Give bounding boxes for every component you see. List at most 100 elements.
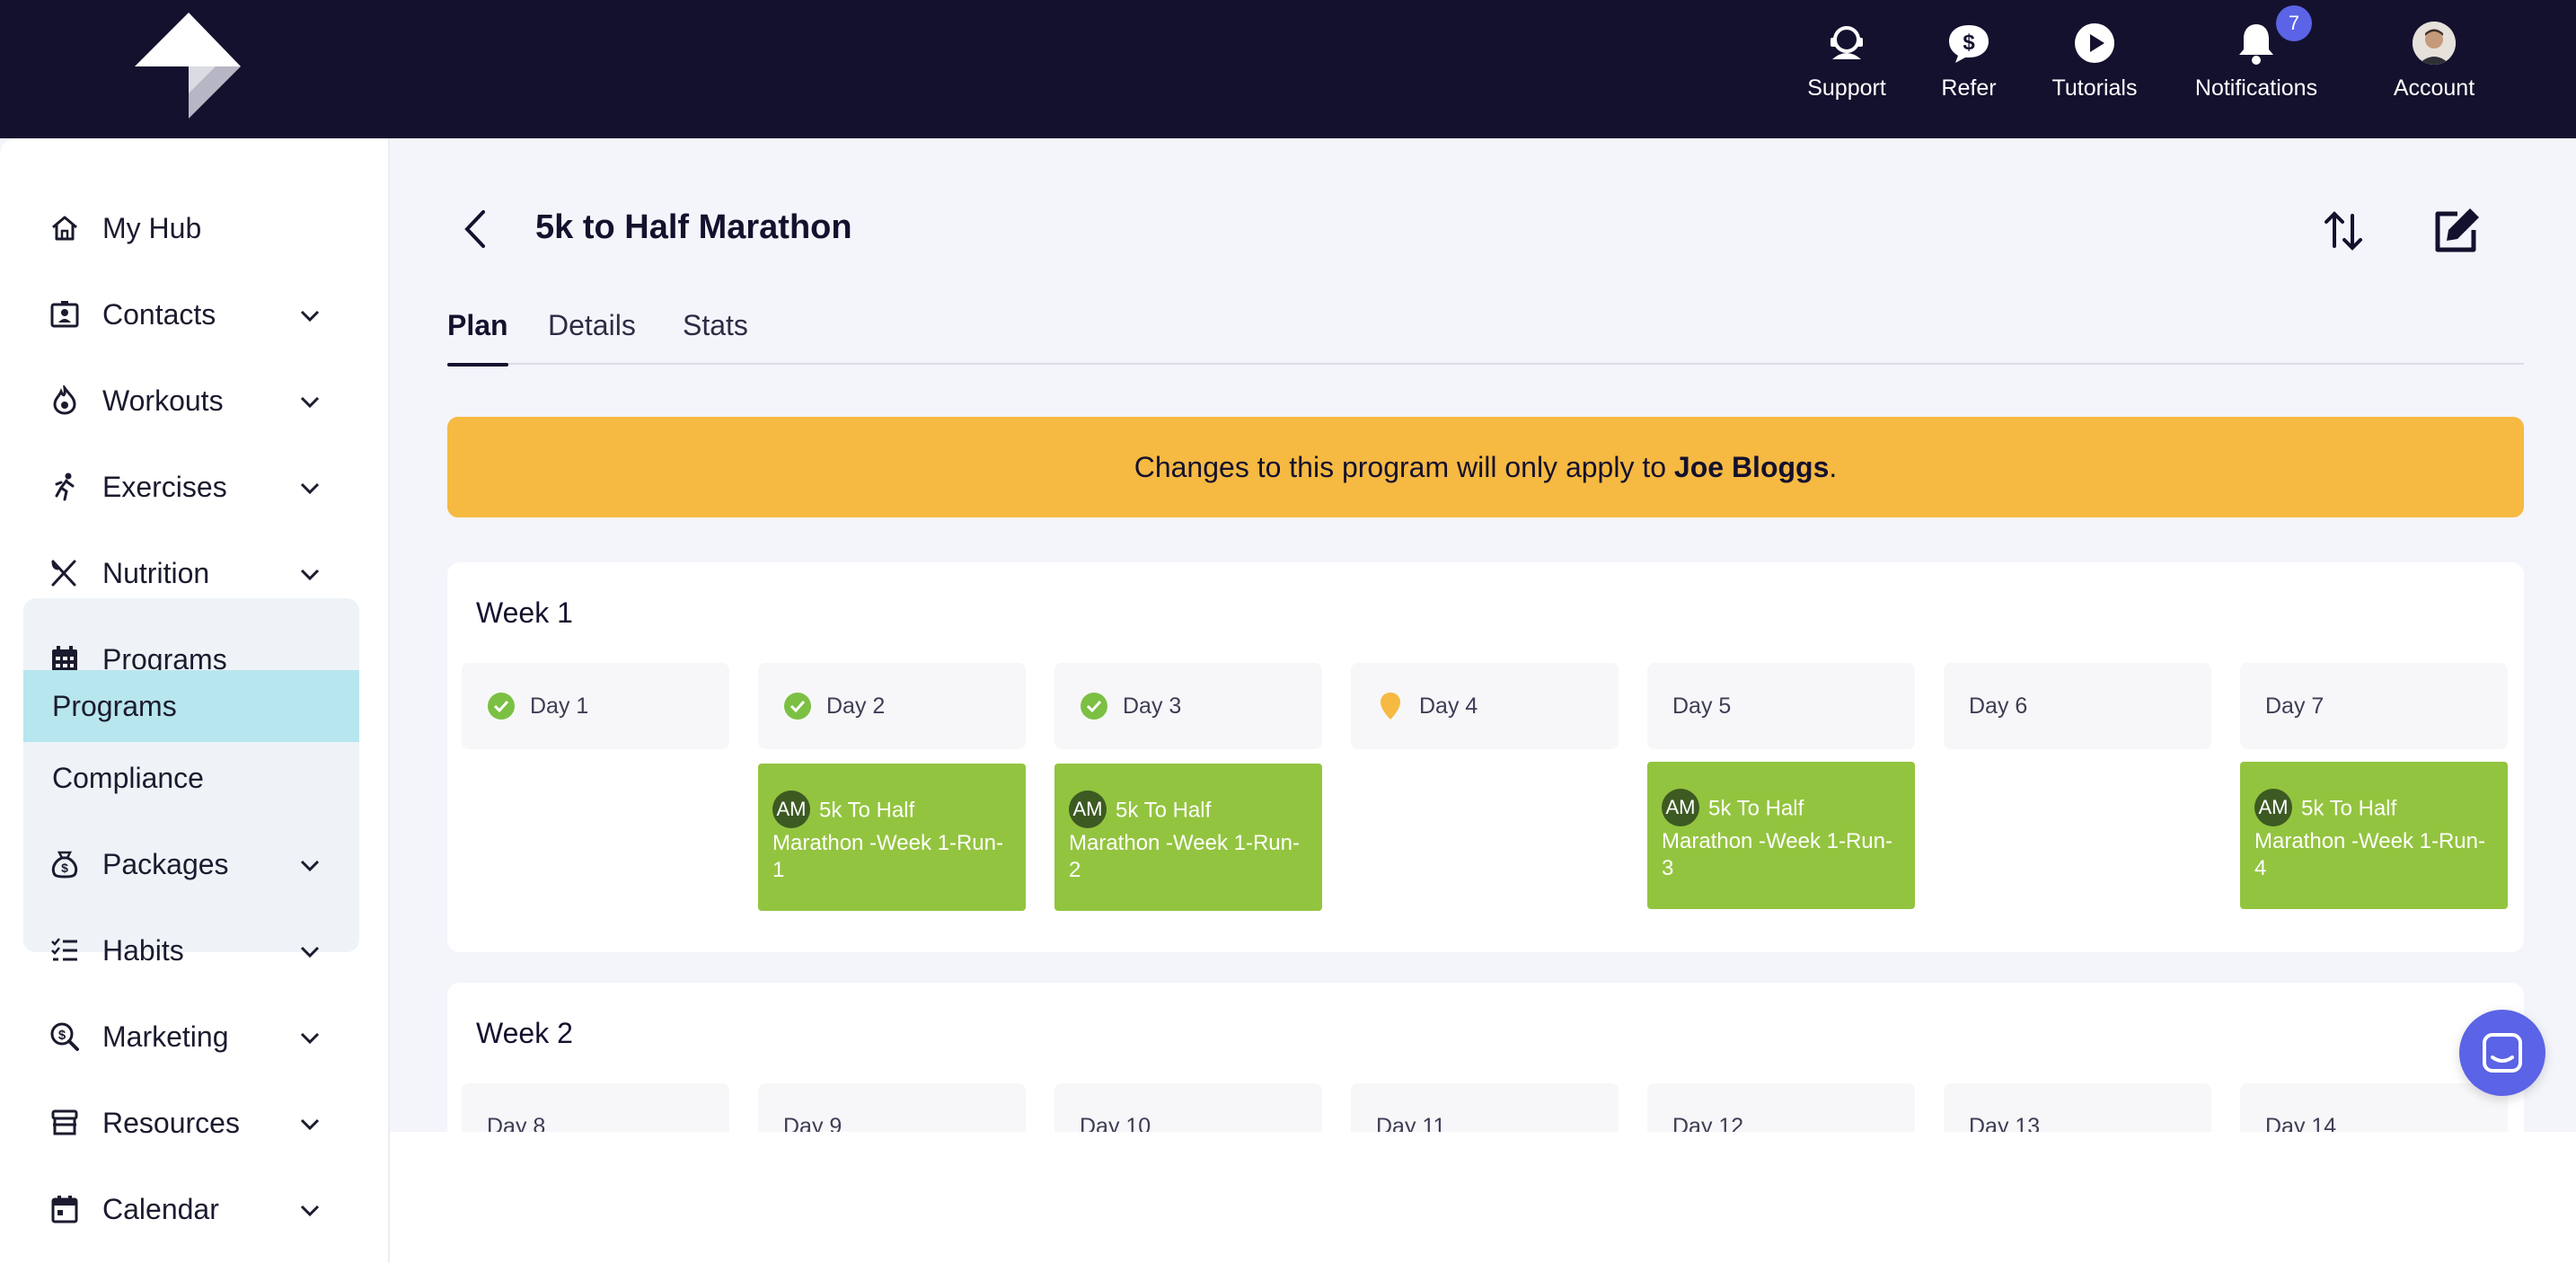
main-content: 5k to Half Marathon Plan Details Stats C… [390, 138, 2576, 1132]
sidebar-item-label: Calendar [102, 1192, 219, 1225]
sidebar-item-exercises[interactable]: Exercises [49, 460, 320, 514]
day-header[interactable]: Day 12 [1647, 1083, 1915, 1132]
day-header[interactable]: Day 5 [1647, 663, 1915, 749]
sidebar-item-calendar[interactable]: Calendar [49, 1182, 320, 1236]
chevron-down-icon[interactable] [298, 390, 322, 413]
support-button[interactable]: Support [1786, 20, 1908, 110]
checklist-icon [49, 934, 81, 967]
sidebar-item-label: Exercises [102, 470, 227, 503]
chevron-down-icon[interactable] [298, 562, 322, 586]
day-header[interactable]: Day 13 [1944, 1083, 2211, 1132]
play-icon [2071, 20, 2118, 66]
refer-button[interactable]: $ Refer [1908, 20, 2030, 110]
day-header[interactable]: Day 2 [758, 663, 1026, 749]
day-header[interactable]: Day 9 [758, 1083, 1026, 1132]
banner-client-name: Joe Bloggs [1673, 450, 1830, 483]
sidebar-item-contacts[interactable]: Contacts [49, 287, 320, 341]
headset-icon [1823, 20, 1870, 66]
day-label: Day 9 [783, 1113, 842, 1133]
week-card: Week 2 Day 8 Day 9 Day 10 Day 11 Day 12 … [447, 983, 2524, 1132]
top-bar: Support $ Refer Tutorials 7 Notification… [0, 0, 2576, 138]
chevron-down-icon[interactable] [298, 1198, 322, 1222]
day-label: Day 3 [1123, 693, 1182, 719]
location-pin-icon [1376, 692, 1405, 720]
banner-text: Changes to this program will only apply … [1134, 450, 1674, 483]
sidebar-item-marketing[interactable]: $ Marketing [49, 1010, 320, 1064]
tab-bar: Plan Details Stats [447, 309, 2524, 367]
day-header[interactable]: Day 11 [1351, 1083, 1619, 1132]
day-header[interactable]: Day 6 [1944, 663, 2211, 749]
tab-stats[interactable]: Stats [683, 309, 748, 365]
chevron-down-icon[interactable] [298, 1112, 322, 1135]
chevron-down-icon[interactable] [298, 853, 322, 877]
day-header[interactable]: Day 4 [1351, 663, 1619, 749]
workout-card[interactable]: AM 5k To Half Marathon -Week 1-Run-3 [1647, 762, 1915, 909]
utensils-icon [49, 557, 81, 589]
tutorials-button[interactable]: Tutorials [2033, 20, 2156, 110]
day-header[interactable]: Day 8 [462, 1083, 729, 1132]
account-button[interactable]: Account [2373, 20, 2495, 110]
day-label: Day 2 [826, 693, 886, 719]
sidebar-item-workouts[interactable]: Workouts [49, 374, 320, 428]
sidebar-item-label: My Hub [102, 211, 202, 244]
day-header[interactable]: Day 7 [2240, 663, 2508, 749]
sidebar-item-label: Resources [102, 1106, 240, 1139]
sidebar-subitem-compliance[interactable]: Compliance [23, 742, 359, 814]
sidebar-item-resources[interactable]: Resources [49, 1096, 320, 1150]
account-label: Account [2393, 75, 2475, 101]
day-label: Day 13 [1969, 1113, 2041, 1133]
svg-text:$: $ [61, 861, 68, 875]
page-title: 5k to Half Marathon [535, 208, 852, 246]
workout-card[interactable]: AM 5k To Half Marathon -Week 1-Run-1 [758, 764, 1026, 911]
day-header[interactable]: Day 3 [1054, 663, 1322, 749]
svg-text:$: $ [1963, 31, 1975, 55]
day-label: Day 10 [1080, 1113, 1151, 1133]
tutorials-label: Tutorials [2051, 75, 2138, 101]
check-circle-icon [487, 692, 516, 720]
dollar-search-icon: $ [49, 1020, 81, 1053]
bell-icon [2233, 20, 2280, 66]
day-header[interactable]: Day 10 [1054, 1083, 1322, 1132]
home-icon [49, 212, 81, 244]
sidebar-item-packages[interactable]: $ Packages [49, 837, 320, 891]
sidebar-item-habits[interactable]: Habits [49, 923, 320, 977]
refer-label: Refer [1941, 75, 1997, 101]
sidebar-item-label: Packages [102, 847, 229, 880]
sidebar-item-nutrition[interactable]: Nutrition [49, 546, 320, 600]
day-header[interactable]: Day 1 [462, 663, 729, 749]
day-label: Day 11 [1376, 1113, 1446, 1133]
brand-logo[interactable] [135, 13, 251, 120]
sidebar-item-label: Habits [102, 933, 184, 967]
edit-icon[interactable] [2430, 205, 2483, 257]
day-header[interactable]: Day 14 [2240, 1083, 2508, 1132]
notifications-button[interactable]: 7 Notifications [2172, 5, 2341, 110]
week-title: Week 2 [476, 1017, 573, 1049]
runner-icon [49, 471, 81, 503]
money-bag-icon: $ [49, 848, 81, 880]
back-button[interactable] [454, 207, 499, 252]
tab-details[interactable]: Details [548, 309, 636, 365]
day-label: Day 12 [1672, 1113, 1744, 1133]
workout-card[interactable]: AM 5k To Half Marathon -Week 1-Run-2 [1054, 764, 1322, 911]
sort-icon[interactable] [2319, 207, 2368, 255]
day-label: Day 4 [1419, 693, 1478, 719]
workout-card[interactable]: AM 5k To Half Marathon -Week 1-Run-4 [2240, 762, 2508, 909]
sidebar-item-label: Nutrition [102, 556, 210, 589]
chevron-down-icon[interactable] [298, 940, 322, 963]
chevron-down-icon[interactable] [298, 476, 322, 499]
sidebar-subitem-programs[interactable]: Programs [23, 670, 359, 742]
notification-count-badge: 7 [2276, 5, 2312, 41]
svg-text:$: $ [58, 1028, 66, 1043]
day-label: Day 1 [530, 693, 589, 719]
sidebar: My Hub Contacts Workouts Exercises Nutri… [0, 138, 390, 1263]
chevron-down-icon[interactable] [298, 1026, 322, 1049]
sidebar-item-my-hub[interactable]: My Hub [49, 201, 318, 255]
day-label: Day 7 [2265, 693, 2325, 719]
chat-launcher-button[interactable] [2459, 1010, 2545, 1096]
day-label: Day 6 [1969, 693, 2028, 719]
tab-plan[interactable]: Plan [447, 309, 508, 367]
chevron-down-icon[interactable] [298, 304, 322, 327]
week-title: Week 1 [476, 596, 573, 629]
client-notice-banner: Changes to this program will only apply … [447, 417, 2524, 517]
archive-icon [49, 1107, 81, 1139]
